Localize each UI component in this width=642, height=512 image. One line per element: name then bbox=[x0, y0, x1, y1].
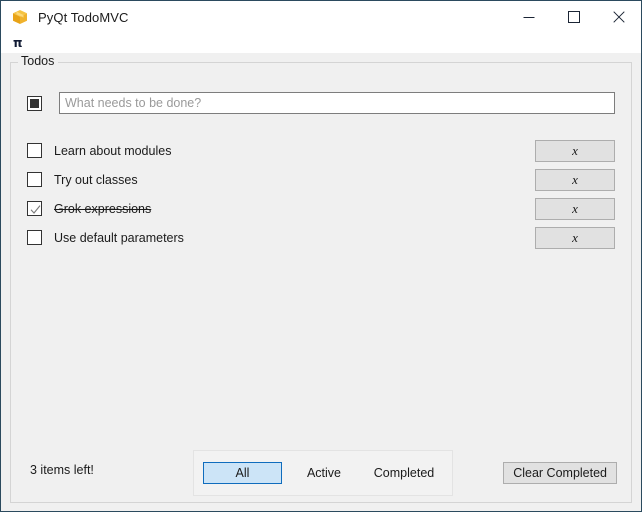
filter-button-completed[interactable]: Completed bbox=[366, 462, 442, 484]
filter-button-all[interactable]: All bbox=[203, 462, 282, 484]
todo-label: Learn about modules bbox=[54, 143, 172, 158]
todo-label: Try out classes bbox=[54, 172, 138, 187]
maximize-icon[interactable] bbox=[551, 1, 596, 32]
window-controls bbox=[506, 1, 641, 33]
todos-group-box: Todos Learn about modules х bbox=[10, 54, 632, 503]
delete-todo-button[interactable]: х bbox=[535, 139, 615, 162]
todo-list: Learn about modules х Try out classes х … bbox=[27, 136, 615, 252]
window-title: PyQt TodoMVC bbox=[38, 9, 129, 25]
todo-label: Grok expressions bbox=[54, 201, 152, 216]
delete-todo-button[interactable]: х bbox=[535, 197, 615, 220]
todo-checkbox[interactable] bbox=[27, 172, 42, 187]
delete-todo-button[interactable]: х bbox=[535, 168, 615, 191]
toggle-all-checkbox[interactable] bbox=[27, 95, 42, 111]
close-icon[interactable] bbox=[596, 1, 641, 32]
todo-checkbox[interactable] bbox=[27, 143, 42, 158]
title-bar: PyQt TodoMVC bbox=[1, 1, 641, 33]
filter-button-group: All Active Completed bbox=[193, 450, 453, 496]
app-window: PyQt TodoMVC π Todos What needs to be do… bbox=[0, 0, 642, 512]
menu-item-pi[interactable]: π bbox=[9, 35, 27, 51]
content-area: Todos Learn about modules х bbox=[1, 53, 641, 511]
todo-item-3: Use default parameters х bbox=[27, 223, 615, 252]
todo-label: Use default parameters bbox=[54, 230, 184, 245]
todo-item-0: Learn about modules х bbox=[27, 136, 615, 165]
todo-item-2: Grok expressions х bbox=[27, 194, 615, 223]
todo-checkbox[interactable] bbox=[27, 201, 42, 216]
menu-bar: π bbox=[1, 33, 641, 53]
new-todo-input[interactable] bbox=[59, 92, 615, 114]
clear-completed-button[interactable]: Clear Completed bbox=[503, 462, 617, 484]
delete-todo-button[interactable]: х bbox=[535, 226, 615, 249]
minimize-icon[interactable] bbox=[506, 1, 551, 32]
items-left-label: 3 items left! bbox=[30, 463, 94, 477]
todo-checkbox[interactable] bbox=[27, 230, 42, 245]
todo-item-1: Try out classes х bbox=[27, 165, 615, 194]
footer-bar: 3 items left! All Active Completed Clear… bbox=[25, 450, 617, 496]
new-todo-row bbox=[27, 91, 615, 115]
package-box-icon bbox=[10, 7, 30, 27]
filter-button-active[interactable]: Active bbox=[294, 462, 354, 484]
